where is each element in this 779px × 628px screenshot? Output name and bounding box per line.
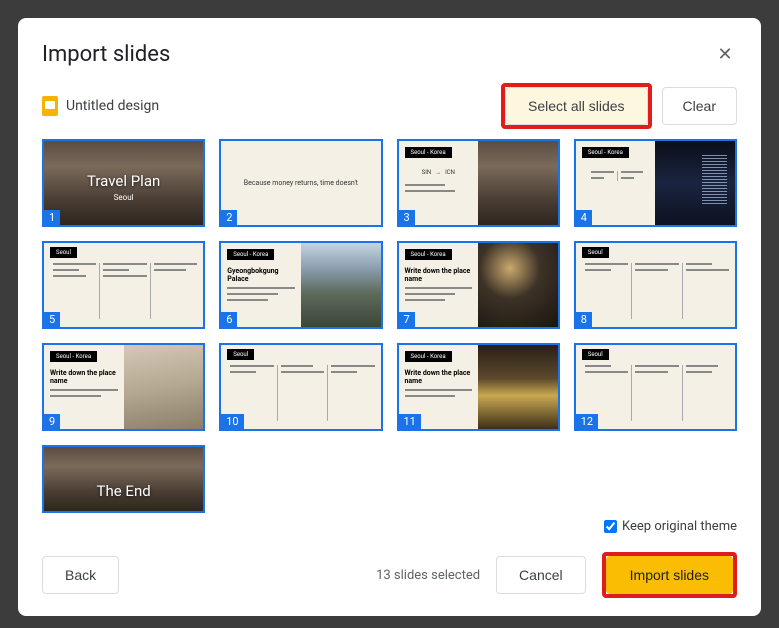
chip: Seoul - Korea: [405, 249, 452, 260]
slide-thumbnail-4[interactable]: Seoul - Korea 4: [574, 139, 737, 227]
slide-thumbnail-1[interactable]: Travel Plan Seoul 1: [42, 139, 205, 227]
slide-number: 10: [221, 414, 243, 429]
slide-thumbnail-5[interactable]: Seoul 5: [42, 241, 205, 329]
slide-number: 4: [576, 210, 592, 225]
import-button[interactable]: Import slides: [606, 556, 733, 594]
slide-number: 11: [399, 414, 421, 429]
slides-grid-container[interactable]: Travel Plan Seoul 1 Because money return…: [18, 139, 761, 519]
slide-thumbnail-9[interactable]: Seoul - Korea Write down the place name …: [42, 343, 205, 431]
top-bar: Untitled design Select all slides Clear: [18, 67, 761, 139]
slide-thumbnail-11[interactable]: Seoul - Korea Write down the place name …: [397, 343, 560, 431]
slide-thumbnail-12[interactable]: Seoul 12: [574, 343, 737, 431]
slide-thumbnail-8[interactable]: Seoul 8: [574, 241, 737, 329]
chip: Seoul - Korea: [405, 147, 452, 158]
chip: Seoul - Korea: [405, 351, 452, 362]
keep-theme-label: Keep original theme: [622, 519, 737, 534]
slides-icon: [42, 96, 58, 116]
keep-theme-checkbox[interactable]: [604, 520, 617, 533]
slide-subtitle: Seoul: [114, 193, 134, 202]
import-slides-dialog: Import slides ✕ Untitled design Select a…: [18, 18, 761, 616]
slide-image: [655, 141, 735, 225]
slide-image: [478, 141, 558, 225]
slide-thumbnail-6[interactable]: Seoul - Korea Gyeongbokgung Palace 6: [219, 241, 382, 329]
slide-text: Because money returns, time doesn't: [221, 141, 380, 225]
top-actions: Select all slides Clear: [501, 83, 737, 129]
close-button[interactable]: ✕: [713, 43, 737, 67]
slides-grid: Travel Plan Seoul 1 Because money return…: [42, 139, 737, 519]
slide-number: 8: [576, 312, 592, 327]
slide-thumbnail-2[interactable]: Because money returns, time doesn't 2: [219, 139, 382, 227]
close-icon: ✕: [717, 44, 732, 65]
chip: Seoul - Korea: [582, 147, 629, 158]
select-all-highlight: Select all slides: [501, 83, 652, 129]
slide-image: [301, 243, 381, 327]
import-highlight: Import slides: [602, 552, 737, 598]
slide-thumbnail-10[interactable]: Seoul 10: [219, 343, 382, 431]
slide-number: 6: [221, 312, 237, 327]
slide-number: 3: [399, 210, 415, 225]
slide-image: [124, 345, 204, 429]
cancel-button[interactable]: Cancel: [496, 556, 586, 594]
keep-theme-row: Keep original theme: [18, 519, 761, 538]
slide-title: Travel Plan: [87, 172, 160, 190]
dialog-header: Import slides ✕: [18, 18, 761, 67]
chip: Seoul - Korea: [50, 351, 97, 362]
slide-thumbnail-3[interactable]: Seoul - Korea SIN → ICN 3: [397, 139, 560, 227]
slide-image: [478, 243, 558, 327]
slide-number: 2: [221, 210, 237, 225]
document-name: Untitled design: [66, 98, 159, 114]
back-button[interactable]: Back: [42, 556, 119, 594]
select-all-button[interactable]: Select all slides: [505, 87, 648, 125]
dialog-footer: Back 13 slides selected Cancel Import sl…: [18, 538, 761, 616]
slide-title: The End: [97, 482, 151, 500]
dialog-title: Import slides: [42, 42, 170, 67]
selected-count: 13 slides selected: [376, 568, 480, 583]
slide-number: 12: [576, 414, 598, 429]
slide-number: 1: [44, 210, 60, 225]
chip: Seoul - Korea: [227, 249, 274, 260]
document-info: Untitled design: [42, 96, 159, 116]
slide-thumbnail-13[interactable]: The End: [42, 445, 205, 513]
slide-number: 9: [44, 414, 60, 429]
slide-number: 5: [44, 312, 60, 327]
slide-image: [478, 345, 558, 429]
clear-button[interactable]: Clear: [662, 87, 737, 125]
slide-number: 7: [399, 312, 415, 327]
slide-thumbnail-7[interactable]: Seoul - Korea Write down the place name …: [397, 241, 560, 329]
